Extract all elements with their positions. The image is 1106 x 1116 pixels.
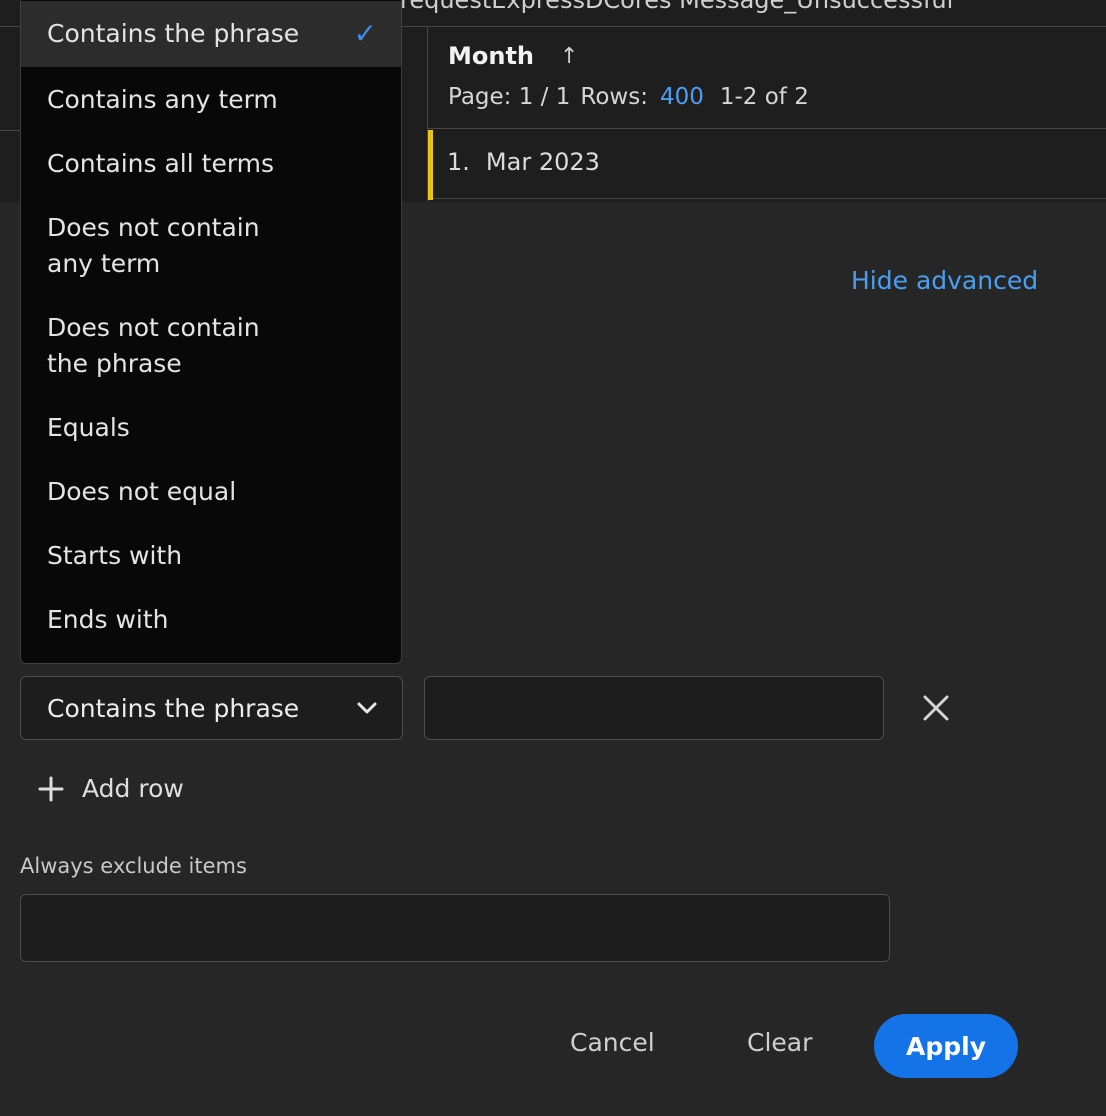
- exclude-items-label: Always exclude items: [20, 854, 247, 878]
- menu-item-equals[interactable]: Equals: [21, 410, 401, 446]
- menu-item-label: Does not contain any term: [47, 213, 260, 278]
- column-header-label: Month: [448, 42, 535, 70]
- menu-item-label: Ends with: [47, 605, 169, 634]
- apply-button[interactable]: Apply: [874, 1014, 1018, 1078]
- menu-item-label: Contains any term: [47, 85, 278, 114]
- exclude-items-input[interactable]: [20, 894, 890, 962]
- menu-item-label: Does not contain the phrase: [47, 313, 260, 378]
- checkmark-icon: ✓: [353, 17, 377, 50]
- plus-icon: [38, 776, 64, 801]
- rows-per-page-link[interactable]: 400: [660, 84, 704, 110]
- menu-item-does-not-contain-any-term[interactable]: Does not contain any term: [21, 210, 321, 282]
- close-icon[interactable]: [920, 692, 952, 724]
- row-value: Mar 2023: [485, 148, 600, 176]
- row-color-marker: [428, 130, 433, 200]
- operator-dropdown-menu: Contains the phrase ✓ Contains any term …: [20, 0, 402, 664]
- add-row-label: Add row: [82, 774, 184, 803]
- arrow-up-icon[interactable]: ↑: [560, 44, 578, 69]
- dimension-title: requestExpressDCores Message_Unsuccessfu…: [400, 0, 954, 14]
- menu-item-contains-the-phrase[interactable]: Contains the phrase ✓: [21, 1, 401, 67]
- menu-item-does-not-contain-the-phrase[interactable]: Does not contain the phrase: [21, 310, 321, 382]
- divider: [428, 128, 1106, 129]
- clear-button[interactable]: Clear: [747, 1028, 812, 1057]
- menu-item-label: Starts with: [47, 541, 183, 570]
- row-range: 1-2 of 2: [719, 84, 809, 110]
- menu-item-contains-all-terms[interactable]: Contains all terms: [21, 146, 401, 182]
- condition-value-input[interactable]: [424, 676, 884, 740]
- operator-select-value: Contains the phrase: [47, 693, 300, 723]
- menu-item-contains-any-term[interactable]: Contains any term: [21, 82, 401, 118]
- pagination: Page: 1 / 1 Rows: 400 1-2 of 2: [448, 84, 809, 110]
- cancel-button[interactable]: Cancel: [570, 1028, 655, 1057]
- add-row-button[interactable]: Add row: [38, 774, 184, 803]
- table-row[interactable]: 1. Mar 2023: [447, 148, 600, 176]
- operator-select[interactable]: Contains the phrase: [20, 676, 403, 740]
- menu-item-ends-with[interactable]: Ends with: [21, 602, 401, 638]
- menu-item-label: Contains the phrase: [47, 19, 300, 48]
- column-header-month[interactable]: Month ↑: [448, 42, 578, 70]
- page-label: Page: 1 / 1: [448, 84, 571, 110]
- chevron-down-icon: [357, 702, 377, 714]
- menu-item-label: Equals: [47, 413, 130, 442]
- hide-advanced-link[interactable]: Hide advanced: [851, 266, 1038, 295]
- menu-item-label: Does not equal: [47, 477, 237, 506]
- menu-item-starts-with[interactable]: Starts with: [21, 538, 401, 574]
- menu-item-label: Contains all terms: [47, 149, 275, 178]
- rows-label: Rows:: [580, 84, 648, 110]
- menu-item-does-not-equal[interactable]: Does not equal: [21, 474, 401, 510]
- divider: [428, 198, 1106, 199]
- row-index: 1.: [447, 148, 470, 176]
